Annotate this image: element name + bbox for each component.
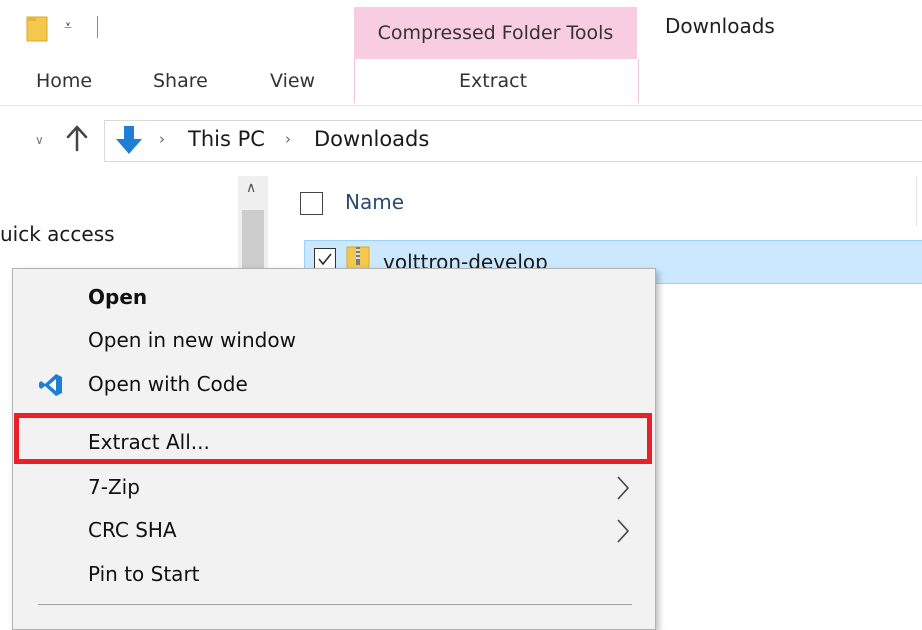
breadcrumb-this-pc[interactable]: This PC [188, 127, 265, 151]
breadcrumb-separator: › [285, 130, 291, 148]
row-checkbox[interactable] [314, 248, 336, 270]
tab-extract[interactable]: Extract [459, 70, 527, 92]
breadcrumb-separator: › [159, 130, 165, 148]
breadcrumb-downloads[interactable]: Downloads [314, 127, 429, 151]
download-arrow-icon [116, 126, 142, 154]
column-divider[interactable] [916, 176, 917, 226]
menu-item-open[interactable]: Open [88, 285, 147, 309]
menu-separator [38, 604, 632, 605]
chevron-right-icon [617, 519, 630, 543]
contextual-tab-header: Compressed Folder Tools [354, 7, 637, 59]
window-title: Downloads [665, 14, 775, 38]
quick-access-dropdown-icon[interactable]: ⩡ [64, 18, 72, 34]
up-arrow-icon[interactable] [64, 123, 90, 153]
menu-item-7zip[interactable]: 7-Zip [88, 475, 140, 499]
tab-home[interactable]: Home [36, 70, 92, 92]
ribbon-divider [0, 105, 922, 106]
title-separator [97, 16, 98, 38]
menu-item-open-with-code[interactable]: Open with Code [88, 372, 248, 396]
menu-item-extract-all[interactable]: Extract All... [88, 430, 210, 454]
folder-icon [26, 16, 48, 42]
menu-item-open-new-window[interactable]: Open in new window [88, 328, 296, 352]
select-all-checkbox[interactable] [300, 192, 323, 215]
nav-quick-access[interactable]: uick access [0, 222, 115, 246]
tab-share[interactable]: Share [153, 70, 208, 92]
column-header-name[interactable]: Name [345, 190, 404, 214]
tab-view[interactable]: View [270, 70, 315, 92]
vscode-icon [39, 374, 62, 396]
menu-item-pin-to-start[interactable]: Pin to Start [88, 562, 200, 586]
scroll-up-icon[interactable]: ∧ [246, 180, 256, 196]
menu-item-crc-sha[interactable]: CRC SHA [88, 518, 177, 542]
recent-locations-chevron-icon[interactable]: ∨ [35, 133, 44, 147]
chevron-right-icon [617, 476, 630, 500]
